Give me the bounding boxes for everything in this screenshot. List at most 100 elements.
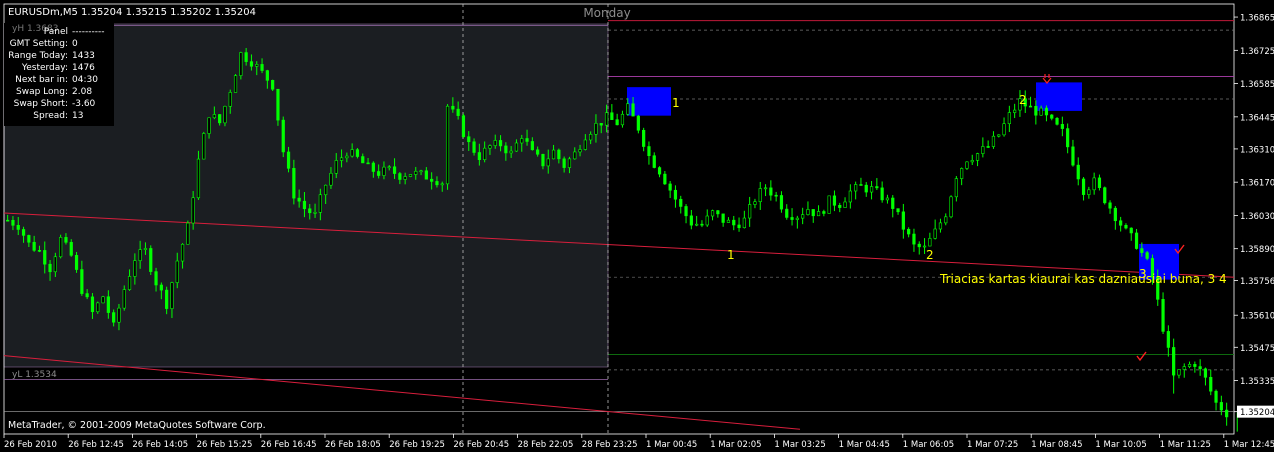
candle-body	[769, 187, 773, 196]
candle-body	[854, 184, 858, 192]
candle-body	[64, 237, 68, 243]
candle-body	[530, 141, 534, 151]
candle-body	[546, 158, 550, 167]
candle-body	[864, 184, 868, 193]
x-tick-label: 26 Feb 19:25	[389, 440, 445, 450]
candle-body	[138, 249, 142, 261]
panel-row-label: Next bar in:	[15, 75, 68, 85]
candle-body	[880, 187, 884, 201]
candle-body	[748, 204, 752, 219]
y-tick-label: 1.35890	[1240, 245, 1274, 255]
candle-body	[467, 136, 471, 143]
candle-body	[430, 178, 434, 182]
candle-body	[1066, 128, 1070, 148]
candle-body	[673, 189, 678, 200]
candle-body	[907, 228, 911, 235]
y-tick-label: 1.35335	[1240, 377, 1274, 387]
candle-body	[255, 64, 259, 67]
candle-body	[1103, 187, 1107, 204]
candle-body	[403, 176, 407, 180]
candle-body	[541, 153, 545, 167]
candle-body	[875, 186, 879, 189]
candle-body	[1060, 124, 1064, 129]
candle-body	[69, 242, 73, 256]
candle-body	[228, 92, 232, 107]
candle-body	[838, 204, 842, 208]
candle-body	[885, 197, 890, 201]
candle-body	[620, 113, 625, 126]
box-1-label: 1	[672, 96, 680, 110]
panel-row-value: 13	[72, 111, 84, 121]
candle-body	[965, 161, 969, 169]
candle-body	[785, 208, 789, 218]
panel-row-label: Yesterday:	[21, 63, 68, 73]
candle-body	[689, 215, 693, 226]
candle-body	[1081, 178, 1086, 195]
candle-body	[345, 155, 349, 159]
candle-body	[106, 296, 110, 313]
candle-body	[573, 151, 577, 160]
candle-body	[737, 224, 741, 229]
candle-body	[451, 105, 455, 110]
candle-body	[53, 256, 57, 273]
candle-body	[944, 216, 948, 224]
candle-body	[822, 211, 826, 214]
x-tick-label: 1 Mar 00:45	[646, 440, 697, 450]
candle-body	[175, 260, 179, 283]
candle-body	[170, 282, 174, 309]
candle-body	[435, 181, 439, 186]
candle-body	[1007, 112, 1011, 124]
candle-body	[1055, 118, 1059, 125]
candle-body	[212, 114, 216, 119]
candle-body	[366, 162, 370, 165]
candle-body	[917, 243, 921, 248]
x-tick-label: 26 Feb 12:45	[68, 440, 124, 450]
y-tick-label: 1.35475	[1240, 344, 1274, 354]
candle-body	[90, 296, 95, 313]
panel-row: Swap Short: -3.60	[4, 99, 114, 111]
y-tick-label: 1.36585	[1240, 80, 1274, 90]
candle-body	[414, 170, 418, 175]
candle-body	[551, 149, 556, 160]
candle-body	[96, 302, 100, 313]
x-tick-label: 26 Feb 18:05	[325, 440, 381, 450]
candle-body	[16, 225, 20, 230]
panel-row-value: 0	[72, 39, 78, 49]
candle-body	[589, 134, 593, 141]
candle-body	[202, 133, 206, 160]
candle-body	[1129, 227, 1133, 234]
candle-body	[445, 105, 450, 185]
candle-body	[753, 201, 757, 205]
candle-body	[615, 119, 619, 126]
annotation-text: Triacias kartas kiaurai kas dazniausiai …	[939, 272, 1227, 286]
candle-body	[329, 172, 333, 186]
candle-body	[1002, 123, 1006, 136]
panel-row: Yesterday: 1476	[4, 63, 114, 75]
candle-body	[811, 209, 815, 217]
candle-body	[721, 213, 725, 223]
candle-body	[1113, 207, 1117, 222]
candle-body	[859, 184, 863, 186]
candle-body	[726, 219, 731, 223]
candle-body	[657, 167, 662, 175]
candle-body	[143, 248, 148, 250]
candle-body	[461, 115, 466, 138]
candle-body	[901, 211, 905, 230]
candle-body	[806, 209, 810, 215]
panel-row-label: Spread:	[33, 111, 68, 121]
candle-body	[472, 141, 476, 153]
candle-body	[1198, 366, 1202, 370]
candle-body	[154, 271, 158, 286]
candle-body	[207, 117, 211, 134]
x-tick-label: 26 Feb 20:45	[453, 440, 509, 450]
candle-body	[186, 222, 190, 245]
candle-body	[1039, 107, 1043, 116]
candle-body	[1092, 177, 1096, 191]
candle-body	[832, 195, 837, 206]
candle-body	[779, 195, 784, 210]
candle-body	[928, 238, 932, 247]
candle-body	[32, 241, 36, 251]
candle-body	[112, 312, 116, 323]
panel-row-value: 1433	[72, 51, 95, 61]
candle-body	[949, 196, 953, 218]
